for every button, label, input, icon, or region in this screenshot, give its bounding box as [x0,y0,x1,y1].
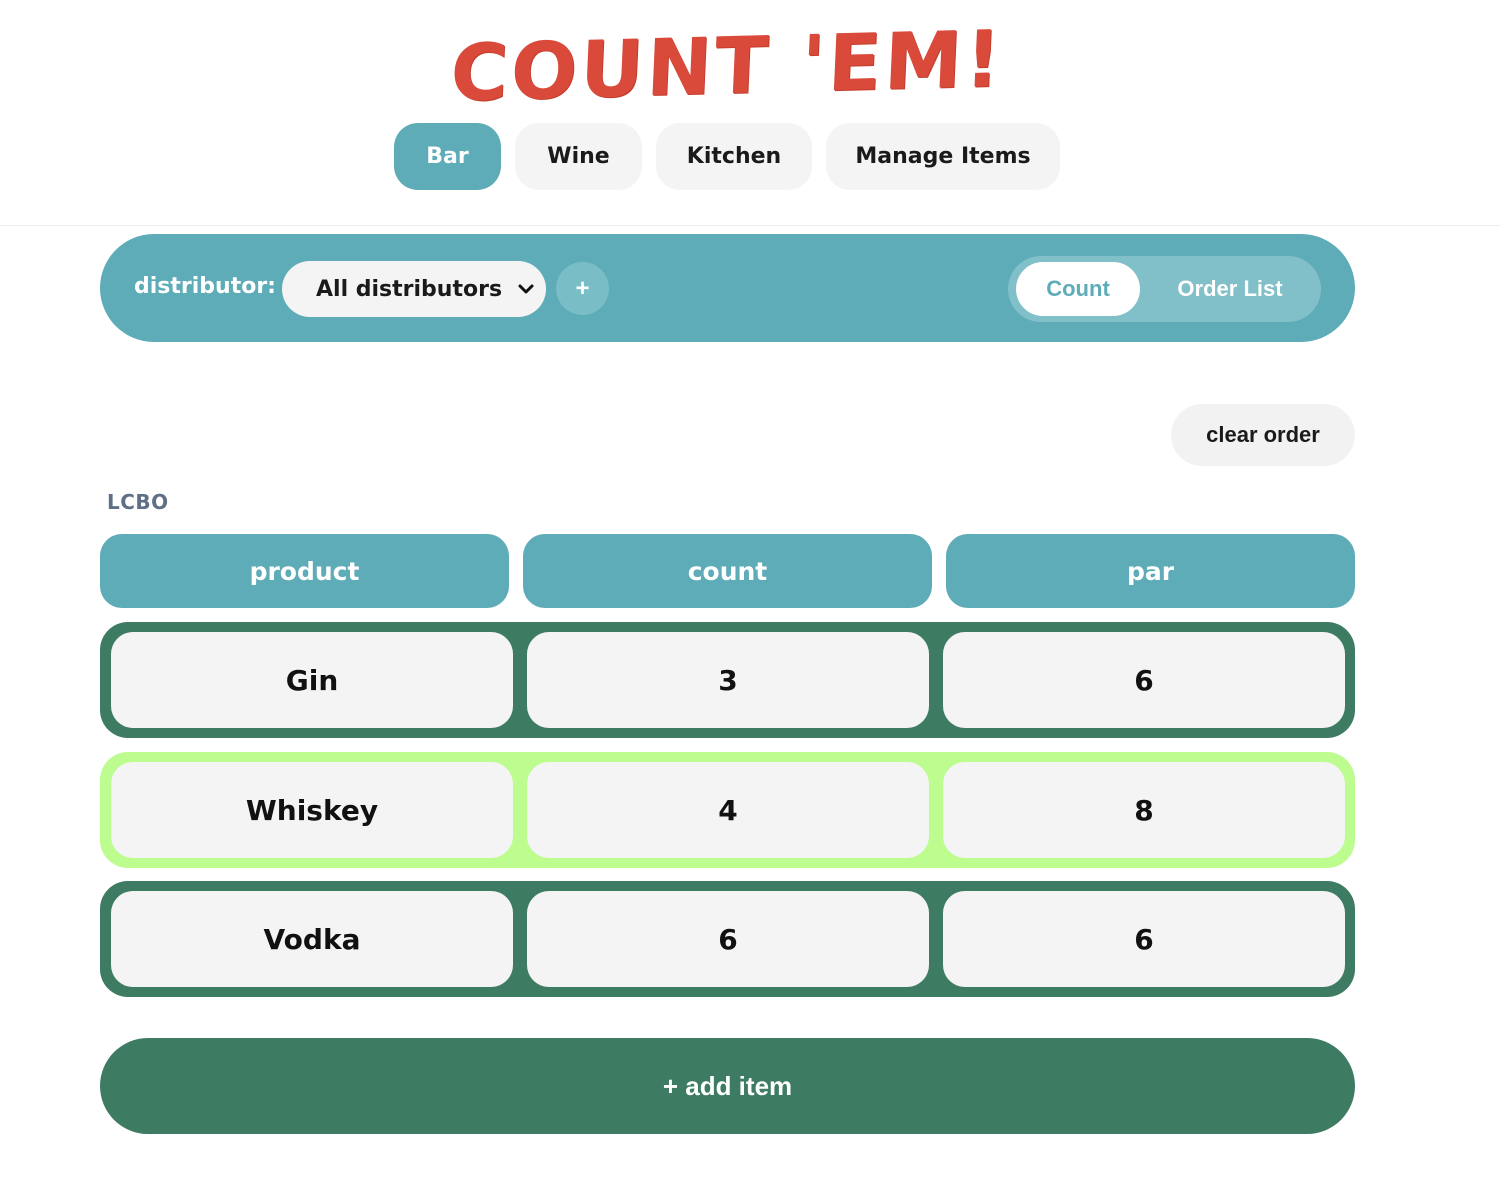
chevron-down-icon [512,275,540,303]
column-header-count: count [523,534,932,608]
distributor-select-value: All distributors [316,276,503,302]
clear-order-button[interactable]: clear order [1171,404,1355,466]
count-cell[interactable]: 3 [527,632,929,728]
par-cell: 8 [943,762,1345,858]
count-cell[interactable]: 4 [527,762,929,858]
tab-manage-items[interactable]: Manage Items [826,123,1060,190]
distributor-label: distributor: [134,274,276,299]
app-title: COUNT 'EM! [448,14,1006,120]
count-cell[interactable]: 6 [527,891,929,987]
mode-count-button[interactable]: Count [1016,262,1140,316]
table-row[interactable]: Whiskey 4 8 [100,752,1355,868]
mode-toggle: Count Order List [1008,256,1321,322]
table-row[interactable]: Vodka 6 6 [100,881,1355,997]
column-header-product: product [100,534,509,608]
distributor-group-label: LCBO [107,490,169,514]
mode-order-list-button[interactable]: Order List [1152,262,1308,316]
distributor-select[interactable]: All distributors [282,261,546,317]
tab-kitchen[interactable]: Kitchen [656,123,812,190]
product-cell: Vodka [111,891,513,987]
product-cell: Gin [111,632,513,728]
page-header: COUNT 'EM! Bar Wine Kitchen Manage Items [0,0,1500,226]
par-cell: 6 [943,891,1345,987]
product-cell: Whiskey [111,762,513,858]
distributor-toolbar: distributor: All distributors + Count Or… [100,234,1355,342]
tab-bar[interactable]: Bar [394,123,501,190]
add-distributor-button[interactable]: + [556,262,609,315]
column-header-par: par [946,534,1355,608]
nav-tabs: Bar Wine Kitchen Manage Items [394,123,1060,190]
par-cell: 6 [943,632,1345,728]
tab-wine[interactable]: Wine [515,123,642,190]
table-row[interactable]: Gin 3 6 [100,622,1355,738]
add-item-button[interactable]: + add item [100,1038,1355,1134]
